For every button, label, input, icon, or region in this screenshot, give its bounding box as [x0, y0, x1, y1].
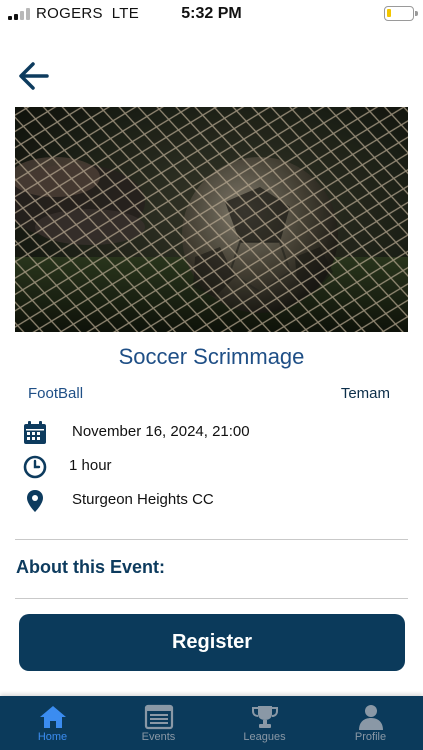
event-location-row: Sturgeon Heights CC	[0, 485, 423, 515]
battery-icon	[384, 6, 418, 21]
tab-label: Leagues	[243, 731, 286, 743]
tab-profile[interactable]: Profile	[318, 696, 423, 750]
events-icon	[144, 704, 173, 730]
location-pin-icon	[27, 490, 43, 512]
tab-home[interactable]: Home	[0, 696, 105, 750]
event-date: November 16, 2024, 21:00	[72, 423, 250, 440]
tab-label: Events	[141, 731, 176, 743]
event-sport: FootBall	[28, 385, 84, 402]
trophy-icon	[251, 706, 278, 728]
event-team: Temam	[340, 385, 390, 402]
tab-events[interactable]: Events	[106, 696, 211, 750]
bottom-tab-bar: Home Events Leagues Profile	[0, 696, 423, 750]
divider	[15, 598, 408, 599]
home-icon	[39, 706, 66, 728]
register-button[interactable]: Register	[19, 614, 405, 671]
event-duration: 1 hour	[69, 457, 112, 474]
about-heading: About this Event:	[16, 557, 165, 577]
calendar-icon	[24, 421, 46, 444]
event-duration-row: 1 hour	[0, 451, 423, 481]
person-icon	[358, 705, 383, 730]
event-date-row: November 16, 2024, 21:00	[0, 417, 423, 447]
tab-leagues[interactable]: Leagues	[212, 696, 317, 750]
event-title: Soccer Scrimmage	[118, 344, 305, 369]
tab-label: Home	[37, 731, 68, 743]
event-image	[15, 107, 408, 332]
event-location: Sturgeon Heights CC	[72, 491, 214, 508]
status-time: 5:32 PM	[181, 5, 242, 22]
back-button[interactable]	[16, 58, 52, 94]
status-bar: ROGERS LTE 5:32 PM	[0, 0, 423, 28]
tab-label: Profile	[354, 731, 387, 743]
clock-icon	[23, 455, 47, 479]
divider	[15, 539, 408, 540]
arrow-left-icon	[19, 62, 49, 90]
